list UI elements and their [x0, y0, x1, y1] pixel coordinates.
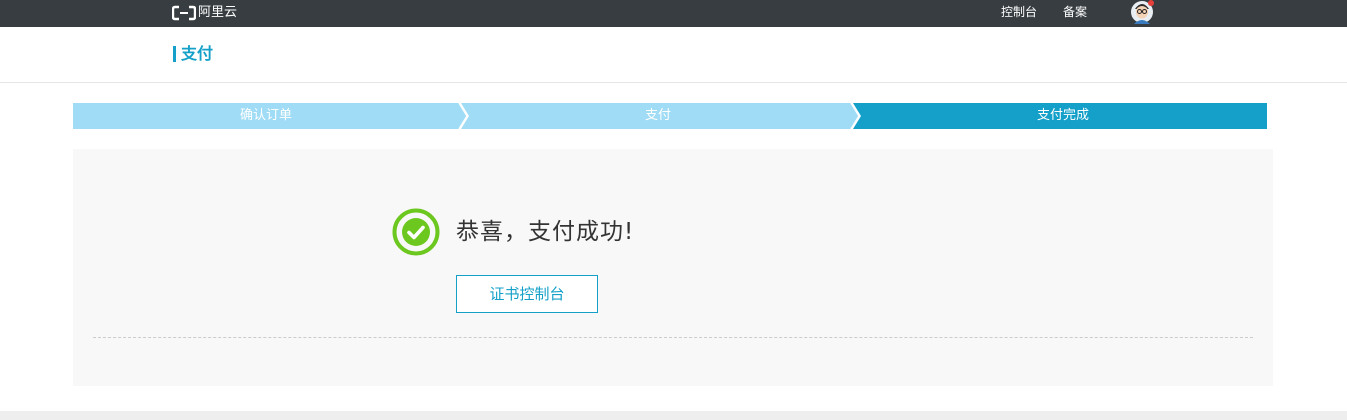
aliyun-logo-icon — [172, 5, 196, 21]
page-header: 支付 — [0, 27, 1347, 83]
top-nav-bar: 阿里云 控制台 备案 — [0, 0, 1347, 27]
title-accent-bar — [173, 46, 176, 62]
step-progress: 确认订单 支付 支付完成 — [73, 103, 1267, 129]
step-pay: 支付 — [644, 108, 671, 123]
nav-beian-link[interactable]: 备案 — [1063, 3, 1087, 21]
step-confirm-order: 确认订单 — [239, 108, 292, 123]
page-title: 支付 — [181, 44, 214, 63]
nav-console-link[interactable]: 控制台 — [1001, 3, 1037, 21]
cert-console-button[interactable]: 证书控制台 — [456, 275, 598, 313]
aliyun-logo[interactable]: 阿里云 — [172, 4, 237, 22]
success-message: 恭喜，支付成功! — [456, 219, 635, 245]
step-pay-complete: 支付完成 — [1036, 108, 1089, 123]
avatar-icon[interactable] — [1131, 0, 1155, 24]
logo-text: 阿里云 — [198, 5, 238, 20]
payment-result-panel: 恭喜，支付成功! 证书控制台 — [73, 149, 1273, 386]
footer-strip — [0, 411, 1347, 420]
dashed-divider — [93, 337, 1253, 338]
check-circle-icon — [392, 208, 440, 256]
